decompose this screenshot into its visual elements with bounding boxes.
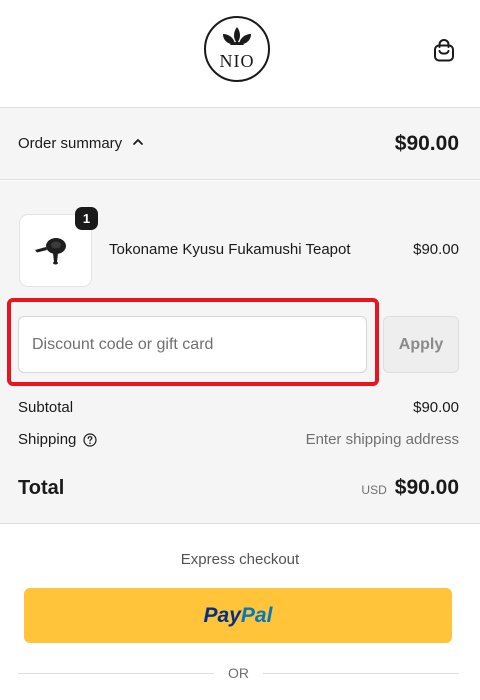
- product-price: $90.00: [413, 241, 459, 258]
- shipping-value: Enter shipping address: [305, 431, 459, 448]
- total-row: Total USD $90.00: [18, 476, 459, 500]
- paypal-logo-pal: Pal: [240, 603, 273, 627]
- order-summary-panel: 1 Tokoname Kyusu Fukamushi Teapot $90.00…: [0, 181, 480, 524]
- total-amount: $90.00: [394, 476, 459, 499]
- shopping-bag-icon: [430, 38, 458, 68]
- divider-line-right: [263, 672, 459, 674]
- site-header: NIO: [0, 0, 480, 108]
- divider-line-left: [18, 672, 214, 674]
- currency-code: USD: [361, 483, 387, 497]
- quantity-badge: 1: [75, 207, 98, 230]
- shipping-label-group: Shipping: [18, 431, 97, 448]
- total-value-group: USD $90.00: [361, 476, 459, 500]
- order-summary-total: $90.00: [394, 131, 459, 155]
- cart-button[interactable]: [430, 36, 458, 64]
- chevron-up-icon: [132, 135, 144, 152]
- paypal-logo-pay: Pay: [203, 603, 241, 627]
- discount-code-input[interactable]: [18, 316, 367, 373]
- nio-logo[interactable]: NIO: [202, 14, 272, 84]
- total-label: Total: [18, 476, 65, 499]
- order-summary-label: Order summary: [18, 135, 123, 152]
- apply-discount-button[interactable]: Apply: [383, 316, 459, 373]
- paypal-button[interactable]: Pay Pal: [24, 588, 452, 643]
- order-summary-label-group: Order summary: [18, 135, 144, 152]
- order-summary-toggle[interactable]: Order summary $90.00: [0, 108, 480, 180]
- subtotal-label: Subtotal: [18, 399, 74, 416]
- logo-text: NIO: [220, 51, 255, 71]
- subtotal-row: Subtotal $90.00: [18, 399, 459, 416]
- subtotal-value: $90.00: [413, 399, 459, 416]
- product-name: Tokoname Kyusu Fukamushi Teapot: [109, 241, 351, 258]
- shipping-row: Shipping Enter shipping address: [18, 431, 459, 448]
- or-divider: OR: [18, 665, 459, 681]
- teapot-icon: [20, 238, 93, 292]
- or-label: OR: [228, 665, 249, 681]
- shipping-label: Shipping: [18, 431, 77, 448]
- express-checkout-label: Express checkout: [180, 551, 300, 568]
- help-circle-icon[interactable]: [83, 432, 97, 447]
